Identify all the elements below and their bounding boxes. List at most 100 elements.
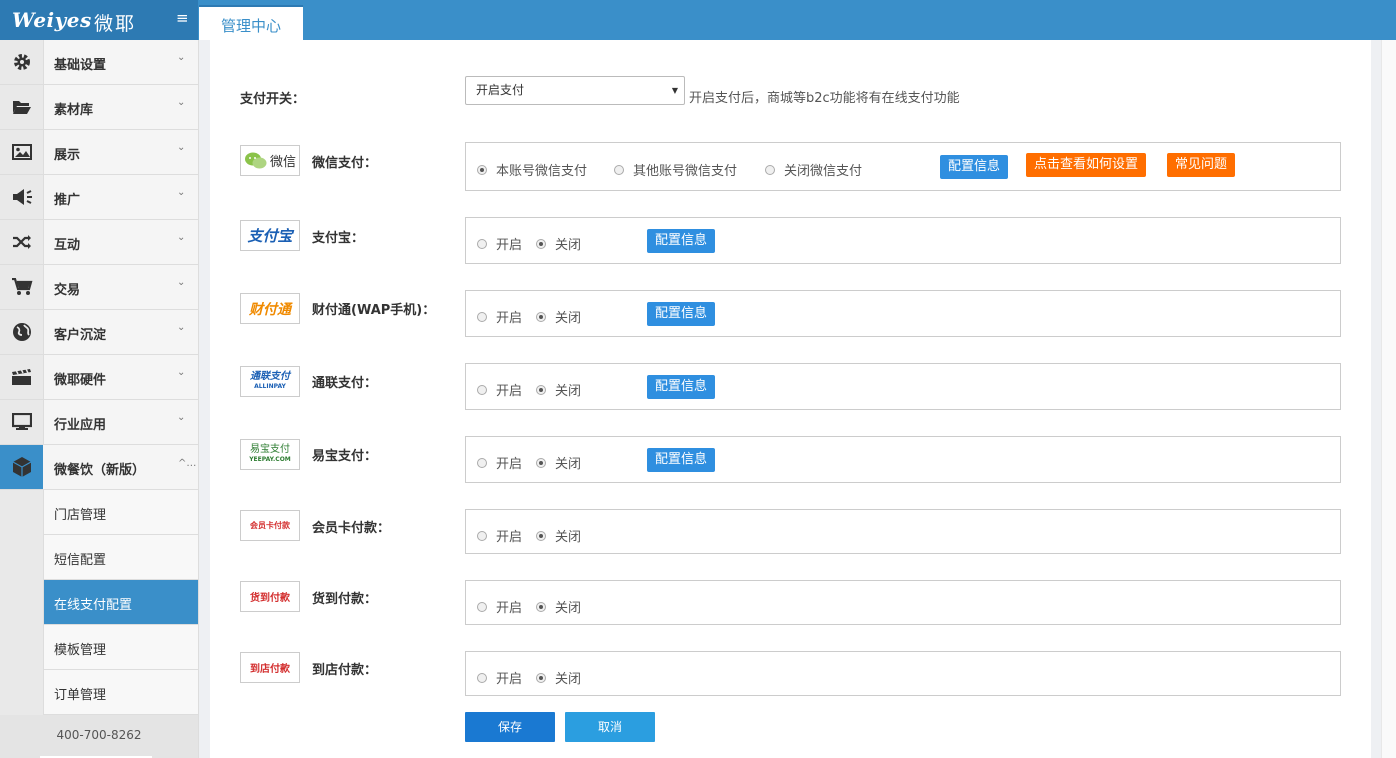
monitor-icon: [0, 400, 43, 444]
sidebar-item-label: 交易: [54, 283, 81, 298]
support-phone: 400-700-8262: [0, 715, 198, 758]
sidebar-item-hardware[interactable]: 微耶硬件 ⌄: [0, 355, 198, 400]
alipay-config-button[interactable]: 配置信息: [647, 229, 716, 253]
save-button[interactable]: 保存: [465, 712, 555, 742]
radio-allinpay-on[interactable]: 开启: [477, 380, 522, 399]
radio-alipay-off[interactable]: 关闭: [536, 234, 581, 253]
scrollbar[interactable]: [1381, 40, 1396, 758]
radio-yeepay-on[interactable]: 开启: [477, 453, 522, 472]
radio-dot: [614, 164, 624, 175]
sidebar-item-display[interactable]: 展示 ⌄: [0, 130, 198, 175]
picture-icon: [0, 130, 43, 174]
cod-label: 货到付款：: [312, 592, 378, 607]
radio-tenpay-off[interactable]: 关闭: [536, 307, 581, 326]
sidebar-item-materials[interactable]: 素材库 ⌄: [0, 85, 198, 130]
sidebar-item-industry-apps[interactable]: 行业应用 ⌄: [0, 400, 198, 445]
radio-member-card-off[interactable]: 关闭: [536, 526, 581, 545]
sidebar-item-label: 展示: [54, 148, 81, 163]
wechat-pay-options: 本账号微信支付 其他账号微信支付 关闭微信支付 配置信息 点击查看如何设置 常见…: [465, 142, 1341, 191]
cancel-button[interactable]: 取消: [565, 712, 655, 742]
wechat-logo-text: 微信: [269, 155, 296, 170]
sidebar-item-trade[interactable]: 交易 ⌄: [0, 265, 198, 310]
shuffle-icon: [0, 220, 43, 264]
wechat-howto-button[interactable]: 点击查看如何设置: [1026, 153, 1147, 177]
radio-dot: [536, 238, 546, 249]
allinpay-logo-sub: ALLINPAY: [254, 382, 286, 390]
radio-label: 本账号微信支付: [496, 164, 588, 179]
sidebar-subitem-label: 订单管理: [54, 688, 107, 703]
tenpay-label: 财付通(WAP手机)：: [312, 303, 436, 318]
chevron-down-icon: ⌄: [177, 97, 186, 108]
allinpay-label: 通联支付：: [312, 376, 378, 391]
allinpay-config-button[interactable]: 配置信息: [647, 375, 716, 399]
radio-label: 关闭: [555, 311, 582, 326]
sidebar-subitem-online-payment[interactable]: 在线支付配置: [44, 580, 198, 625]
wechat-config-button[interactable]: 配置信息: [940, 155, 1009, 179]
radio-tenpay-on[interactable]: 开启: [477, 307, 522, 326]
folder-open-icon: [0, 85, 43, 129]
tenpay-logo: 财付通: [240, 293, 300, 324]
tenpay-config-button[interactable]: 配置信息: [647, 302, 716, 326]
sidebar-item-label: 微耶硬件: [54, 373, 107, 388]
alipay-options: 开启 关闭 配置信息: [465, 217, 1341, 264]
radio-allinpay-off[interactable]: 关闭: [536, 380, 581, 399]
sidebar-subitem-sms-config[interactable]: 短信配置: [44, 535, 198, 580]
radio-member-card-on[interactable]: 开启: [477, 526, 522, 545]
tab-management-center[interactable]: 管理中心: [199, 5, 303, 40]
chevron-down-icon: ⌄: [177, 142, 186, 153]
radio-pay-at-store-on[interactable]: 开启: [477, 668, 522, 687]
chevron-down-icon: ⌄: [177, 52, 186, 63]
radio-label: 开启: [496, 457, 523, 472]
yeepay-logo: 易宝支付 YEEPAY.COM: [240, 439, 300, 470]
radio-pay-at-store-off[interactable]: 关闭: [536, 668, 581, 687]
sidebar-item-customers[interactable]: 客户沉淀 ⌄: [0, 310, 198, 355]
sidebar-subitem-label: 短信配置: [54, 553, 107, 568]
brand-logo[interactable]: Weiyes 微耶 ≡: [0, 0, 198, 40]
radio-wechat-close[interactable]: 关闭微信支付: [765, 160, 862, 179]
radio-label: 其他账号微信支付: [633, 164, 738, 179]
sidebar-item-interaction[interactable]: 互动 ⌄: [0, 220, 198, 265]
radio-label: 开启: [496, 311, 523, 326]
sidebar-subitem-template-management[interactable]: 模板管理: [44, 625, 198, 670]
sidebar-item-label: 推广: [54, 193, 81, 208]
radio-wechat-own-account[interactable]: 本账号微信支付: [477, 160, 587, 179]
wechat-pay-label: 微信支付：: [312, 156, 378, 171]
yeepay-config-button[interactable]: 配置信息: [647, 448, 716, 472]
alipay-logo-text: 支付宝: [247, 227, 293, 245]
pay-at-store-options: 开启 关闭: [465, 651, 1341, 696]
yeepay-logo-sub: YEEPAY.COM: [249, 455, 291, 463]
radio-dot: [765, 164, 775, 175]
radio-label: 关闭: [555, 384, 582, 399]
sidebar-item-promotion[interactable]: 推广 ⌄: [0, 175, 198, 220]
radio-label: 开启: [496, 530, 523, 545]
alipay-logo: 支付宝: [240, 220, 300, 251]
caret-down-icon: ▼: [671, 86, 678, 95]
radio-cod-off[interactable]: 关闭: [536, 597, 581, 616]
radio-cod-on[interactable]: 开启: [477, 597, 522, 616]
wechat-icon: [244, 152, 267, 168]
tenpay-options: 开启 关闭 配置信息: [465, 290, 1341, 337]
allinpay-logo-text: 通联支付: [250, 370, 290, 382]
radio-label: 开启: [496, 384, 523, 399]
yeepay-logo-text: 易宝支付: [250, 443, 290, 455]
radio-wechat-other-account[interactable]: 其他账号微信支付: [614, 160, 737, 179]
sidebar-subitem-order-management[interactable]: 订单管理: [44, 670, 198, 715]
sidebar-item-label: 客户沉淀: [54, 328, 107, 343]
radio-dot: [536, 457, 546, 468]
radio-dot: [477, 238, 487, 249]
radio-yeepay-off[interactable]: 关闭: [536, 453, 581, 472]
radio-label: 关闭: [555, 457, 582, 472]
payment-switch-label: 支付开关：: [240, 92, 306, 107]
sidebar-item-catering[interactable]: 微餐饮（新版） ^…: [0, 445, 198, 490]
payment-switch-select[interactable]: 开启支付 ▼: [465, 76, 685, 105]
radio-alipay-on[interactable]: 开启: [477, 234, 522, 253]
radio-dot: [536, 601, 546, 612]
radio-dot: [477, 311, 487, 322]
sidebar-subitem-store-management[interactable]: 门店管理: [44, 490, 198, 535]
hamburger-icon[interactable]: ≡: [176, 11, 189, 26]
chevron-down-icon: ⌄: [177, 412, 186, 423]
wechat-faq-button[interactable]: 常见问题: [1167, 153, 1236, 177]
wechat-pay-logo: 微信: [240, 145, 300, 176]
radio-label: 开启: [496, 238, 523, 253]
sidebar-item-basic-settings[interactable]: 基础设置 ⌄: [0, 40, 198, 85]
